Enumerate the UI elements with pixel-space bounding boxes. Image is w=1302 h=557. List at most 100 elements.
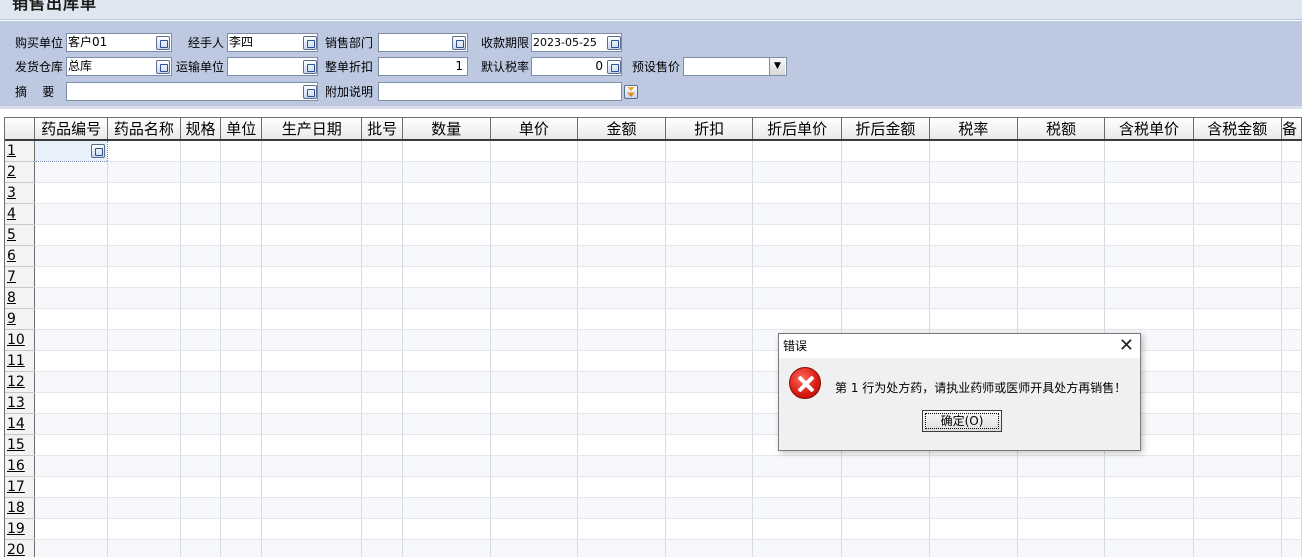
grid-cell[interactable] xyxy=(1193,413,1282,435)
grid-cell[interactable] xyxy=(402,413,491,435)
grid-cell[interactable] xyxy=(180,350,222,372)
grid-cell[interactable] xyxy=(402,266,491,288)
grid-cell[interactable] xyxy=(1017,308,1106,330)
taxrate-picker-icon[interactable] xyxy=(607,60,621,74)
grid-cell[interactable] xyxy=(490,203,579,225)
grid-cell[interactable] xyxy=(220,518,263,540)
grid-cell[interactable] xyxy=(577,413,666,435)
grid-cell[interactable] xyxy=(929,266,1018,288)
grid-cell[interactable] xyxy=(261,224,363,246)
grid-cell[interactable] xyxy=(841,161,931,183)
grid-cell[interactable] xyxy=(577,245,666,267)
grid-cell[interactable] xyxy=(361,161,403,183)
table-row[interactable]: 3 xyxy=(5,182,1302,204)
grid-cell[interactable] xyxy=(1193,224,1282,246)
row-number[interactable]: 8 xyxy=(5,287,36,309)
grid-cell[interactable] xyxy=(1193,308,1282,330)
grid-cell[interactable] xyxy=(665,371,754,393)
grid-cell[interactable] xyxy=(180,518,222,540)
grid-cell[interactable] xyxy=(220,371,263,393)
grid-cell[interactable] xyxy=(180,182,222,204)
row-number[interactable]: 16 xyxy=(5,455,36,477)
grid-cell[interactable] xyxy=(929,182,1018,204)
grid-cell[interactable] xyxy=(577,161,666,183)
grid-cell[interactable] xyxy=(752,287,842,309)
table-row[interactable]: 6 xyxy=(5,245,1302,267)
grid-cell[interactable] xyxy=(1193,476,1282,498)
grid-cell[interactable] xyxy=(752,539,842,557)
grid-cell[interactable] xyxy=(929,518,1018,540)
grid-cell[interactable] xyxy=(220,245,263,267)
grid-cell[interactable] xyxy=(490,476,579,498)
grid-cell[interactable] xyxy=(1281,224,1302,246)
grid-cell[interactable] xyxy=(402,161,491,183)
grid-cell[interactable] xyxy=(1104,497,1194,519)
grid-cell[interactable] xyxy=(665,476,754,498)
grid-cell[interactable] xyxy=(665,539,754,557)
grid-cell[interactable] xyxy=(402,539,491,557)
grid-cell[interactable] xyxy=(1017,140,1106,162)
grid-cell[interactable] xyxy=(1193,350,1282,372)
row-number[interactable]: 7 xyxy=(5,266,36,288)
grid-cell[interactable] xyxy=(1281,539,1302,557)
grid-cell[interactable] xyxy=(107,497,181,519)
grid-cell[interactable] xyxy=(107,392,181,414)
grid-cell[interactable] xyxy=(1104,287,1194,309)
grid-cell[interactable] xyxy=(490,161,579,183)
grid-cell[interactable] xyxy=(929,308,1018,330)
grid-cell[interactable] xyxy=(180,308,222,330)
row-number[interactable]: 19 xyxy=(5,518,36,540)
grid-cell[interactable] xyxy=(107,518,181,540)
grid-cell[interactable] xyxy=(490,392,579,414)
grid-cell[interactable] xyxy=(929,203,1018,225)
row-number[interactable]: 2 xyxy=(5,161,36,183)
grid-cell[interactable] xyxy=(180,455,222,477)
grid-cell[interactable] xyxy=(577,266,666,288)
grid-cell[interactable] xyxy=(261,371,363,393)
grid-cell[interactable] xyxy=(752,476,842,498)
grid-cell[interactable] xyxy=(361,329,403,351)
grid-cell[interactable] xyxy=(929,287,1018,309)
dept-picker-icon[interactable] xyxy=(452,36,466,50)
grid-cell[interactable] xyxy=(1104,455,1194,477)
summary-picker-icon[interactable] xyxy=(303,85,317,99)
grid-cell[interactable] xyxy=(1017,266,1106,288)
grid-cell[interactable] xyxy=(220,287,263,309)
grid-cell[interactable] xyxy=(261,476,363,498)
row-number[interactable]: 20 xyxy=(5,539,36,557)
grid-cell[interactable] xyxy=(180,539,222,557)
grid-cell[interactable] xyxy=(665,518,754,540)
grid-cell[interactable] xyxy=(220,308,263,330)
grid-cell[interactable] xyxy=(577,497,666,519)
grid-cell[interactable] xyxy=(261,518,363,540)
grid-cell[interactable] xyxy=(34,371,108,393)
grid-cell[interactable] xyxy=(841,455,931,477)
grid-cell[interactable] xyxy=(1193,497,1282,519)
grid-cell[interactable] xyxy=(107,161,181,183)
grid-cell[interactable] xyxy=(402,434,491,456)
column-header[interactable]: 药品名称 xyxy=(107,118,181,141)
grid-cell[interactable] xyxy=(1193,182,1282,204)
grid-cell[interactable] xyxy=(490,455,579,477)
grid-cell[interactable] xyxy=(107,539,181,557)
grid-cell[interactable] xyxy=(180,287,222,309)
grid-cell[interactable] xyxy=(107,476,181,498)
grid-cell[interactable] xyxy=(361,182,403,204)
column-header[interactable]: 数量 xyxy=(402,118,491,141)
grid-cell[interactable] xyxy=(34,392,108,414)
grid-cell[interactable] xyxy=(1281,413,1302,435)
row-number[interactable]: 17 xyxy=(5,476,36,498)
grid-cell[interactable] xyxy=(490,413,579,435)
grid-cell[interactable] xyxy=(261,245,363,267)
grid-cell[interactable] xyxy=(1281,329,1302,351)
grid-cell[interactable] xyxy=(1193,287,1282,309)
grid-cell[interactable] xyxy=(361,539,403,557)
grid-cell[interactable] xyxy=(34,518,108,540)
grid-cell[interactable] xyxy=(180,203,222,225)
grid-cell[interactable] xyxy=(1017,161,1106,183)
grid-cell[interactable] xyxy=(1193,245,1282,267)
row-number[interactable]: 15 xyxy=(5,434,36,456)
grid-cell[interactable] xyxy=(577,371,666,393)
grid-cell[interactable] xyxy=(34,203,108,225)
grid-cell[interactable] xyxy=(841,308,931,330)
